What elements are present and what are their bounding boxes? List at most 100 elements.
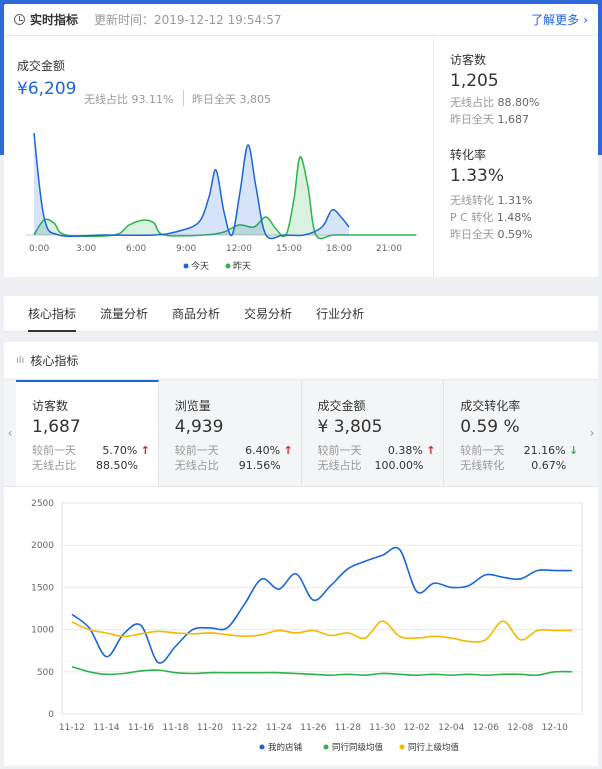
x-tick-label: 11-30 [369,723,395,733]
metric-value: 4,939 [174,417,224,437]
arrow-down-icon: ↓ [569,444,579,457]
conversion-pc-row: P C 转化 1.48% [450,209,598,226]
x-tick-label: 11-12 [59,723,85,733]
x-tick-label: 12:00 [226,244,252,254]
core-title: 核心指标 [30,354,79,368]
legend-label: 同行同级均值 [332,742,384,753]
metric-compare-row: 较前一天 0.38% ↑ [318,443,436,458]
conversion-yesterday-value: 0.59% [497,228,533,241]
realtime-chart: 0:00 3:00 6:00 9:00 12:00 15:00 18:00 21:00 今天 … [26,132,418,272]
metric-compare-row: 较前一天 21.16% ↓ [460,443,578,458]
metric-compare-value: 5.70% [102,444,138,457]
x-tick-label: 11-20 [197,723,223,733]
metric-compare-label: 较前一天 [317,444,362,457]
bar-chart-icon: ılı [16,355,25,366]
x-tick-label: 11-24 [266,723,292,733]
metric-pageviews[interactable]: 浏览量 4,939 较前一天 6.40% ↑ 无线占比 91.56% [158,380,302,486]
legend-yesterday-dot [225,263,231,269]
legend-label: 同行上级均值 [408,742,460,753]
metric-compare-value: 21.16% [523,444,566,457]
x-tick-label: 11-14 [93,723,119,733]
legend-dot [399,744,405,750]
x-tick-label: 12-04 [438,723,464,733]
learn-more-label: 了解更多 [531,13,580,27]
realtime-gmv-panel: 成交金额 ¥6,209 无线占比 93.11% 昨日全天 3,805 0:00 3… [4,37,432,277]
conversion-pc-label: P C 转化 [450,211,494,224]
legend-yesterday-label: 昨天 [233,260,251,272]
legend-today-label: 今天 [191,260,209,272]
metric-label: 成交转化率 [460,399,521,413]
conversion-wireless-label: 无线转化 [450,194,494,207]
metric-label: 访客数 [32,399,69,413]
update-time: 更新时间：2019-12-12 19:54:57 [94,13,282,27]
chevron-right-icon: › [583,12,588,27]
learn-more-link[interactable]: 了解更多 › [531,11,588,28]
visitors-yesterday-row: 昨日全天 1,687 [450,111,598,128]
visitors-wireless-label: 无线占比 [450,96,494,109]
core-title-bar: ılı 核心指标 [4,342,598,380]
x-tick-label: 12-06 [473,723,499,733]
metric-conversion[interactable]: 成交转化率 0.59 % 较前一天 21.16% ↓ 无线转化 0.67% [444,380,586,486]
x-tick-label: 11-18 [162,723,188,733]
x-tick-label: 11-16 [128,723,154,733]
metric-share-row: 无线转化 0.67% [460,458,566,473]
metric-compare-row: 较前一天 5.70% ↑ [32,443,150,458]
y-tick-label: 2000 [31,541,54,551]
metric-value: ¥ 3,805 [317,417,383,437]
metric-compare-label: 较前一天 [460,444,505,457]
legend-dot [323,744,329,750]
metric-share-row: 无线占比 100.00% [318,458,424,473]
series-line [71,546,572,664]
x-tick-label: 0:00 [29,244,49,254]
x-tick-label: 21:00 [376,244,402,254]
metric-value: 0.59 % [460,417,520,437]
x-tick-label: 3:00 [76,244,96,254]
metric-share-value: 91.56% [238,459,281,472]
conversion-pc-value: 1.48% [496,211,532,224]
metric-value: 1,687 [32,417,81,437]
x-tick-label: 11-26 [300,723,326,733]
metric-compare-value: 0.38% [387,444,423,457]
metric-compare-row: 较前一天 6.40% ↑ [175,443,293,458]
plot-frame [61,502,583,715]
metric-share-label: 无线占比 [32,459,76,472]
legend-label: 我的店铺 [268,742,303,753]
visitors-wireless-row: 无线占比 88.80% [450,94,598,111]
metric-row: ‹ 访客数 1,687 较前一天 5.70% ↑ 无线占比 88.50% 浏览量 4… [4,380,598,487]
realtime-title: 实时指标 [30,13,79,27]
metric-gmv[interactable]: 成交金额 ¥ 3,805 较前一天 0.38% ↑ 无线占比 100.00% [301,380,445,486]
y-tick-label: 1500 [31,583,54,593]
metric-compare-label: 较前一天 [32,444,76,457]
tab-product[interactable]: 商品分析 [160,296,232,332]
tab-traffic[interactable]: 流量分析 [88,296,160,332]
tab-core[interactable]: 核心指标 [16,296,88,332]
metric-share-value: 0.67% [531,459,567,472]
metric-share-row: 无线占比 91.56% [175,458,281,473]
visitors-yesterday-label: 昨日全天 [450,113,494,126]
metric-share-label: 无线转化 [460,459,505,472]
x-tick-label: 11-28 [335,723,361,733]
arrow-up-icon: ↑ [426,444,436,457]
conversion-wireless-row: 无线转化 1.31% [450,192,598,209]
conversion-value: 1.33% [450,166,505,186]
chevron-left-icon[interactable]: ‹ [4,380,16,486]
tab-trade[interactable]: 交易分析 [232,296,304,332]
arrow-up-icon: ↑ [140,444,150,457]
metric-visitors[interactable]: 访客数 1,687 较前一天 5.70% ↑ 无线占比 88.50% [16,380,159,486]
conversion-wireless-value: 1.31% [497,194,533,207]
metric-share-value: 100.00% [374,459,424,472]
x-tick-label: 12-02 [404,723,430,733]
tab-industry[interactable]: 行业分析 [304,296,376,332]
x-tick-label: 6:00 [126,244,146,254]
y-tick-label: 0 [48,710,54,720]
metric-share-label: 无线占比 [317,459,362,472]
y-tick-label: 2500 [31,499,54,509]
conversion-yesterday-label: 昨日全天 [450,228,494,241]
legend-today-dot [183,263,189,269]
x-tick-label: 15:00 [276,244,302,254]
y-tick-label: 500 [37,668,54,678]
visitors-yesterday-value: 1,687 [497,113,530,126]
chevron-right-icon[interactable]: › [586,380,598,486]
visitors-value: 1,205 [450,71,499,91]
arrow-up-icon: ↑ [283,444,293,457]
